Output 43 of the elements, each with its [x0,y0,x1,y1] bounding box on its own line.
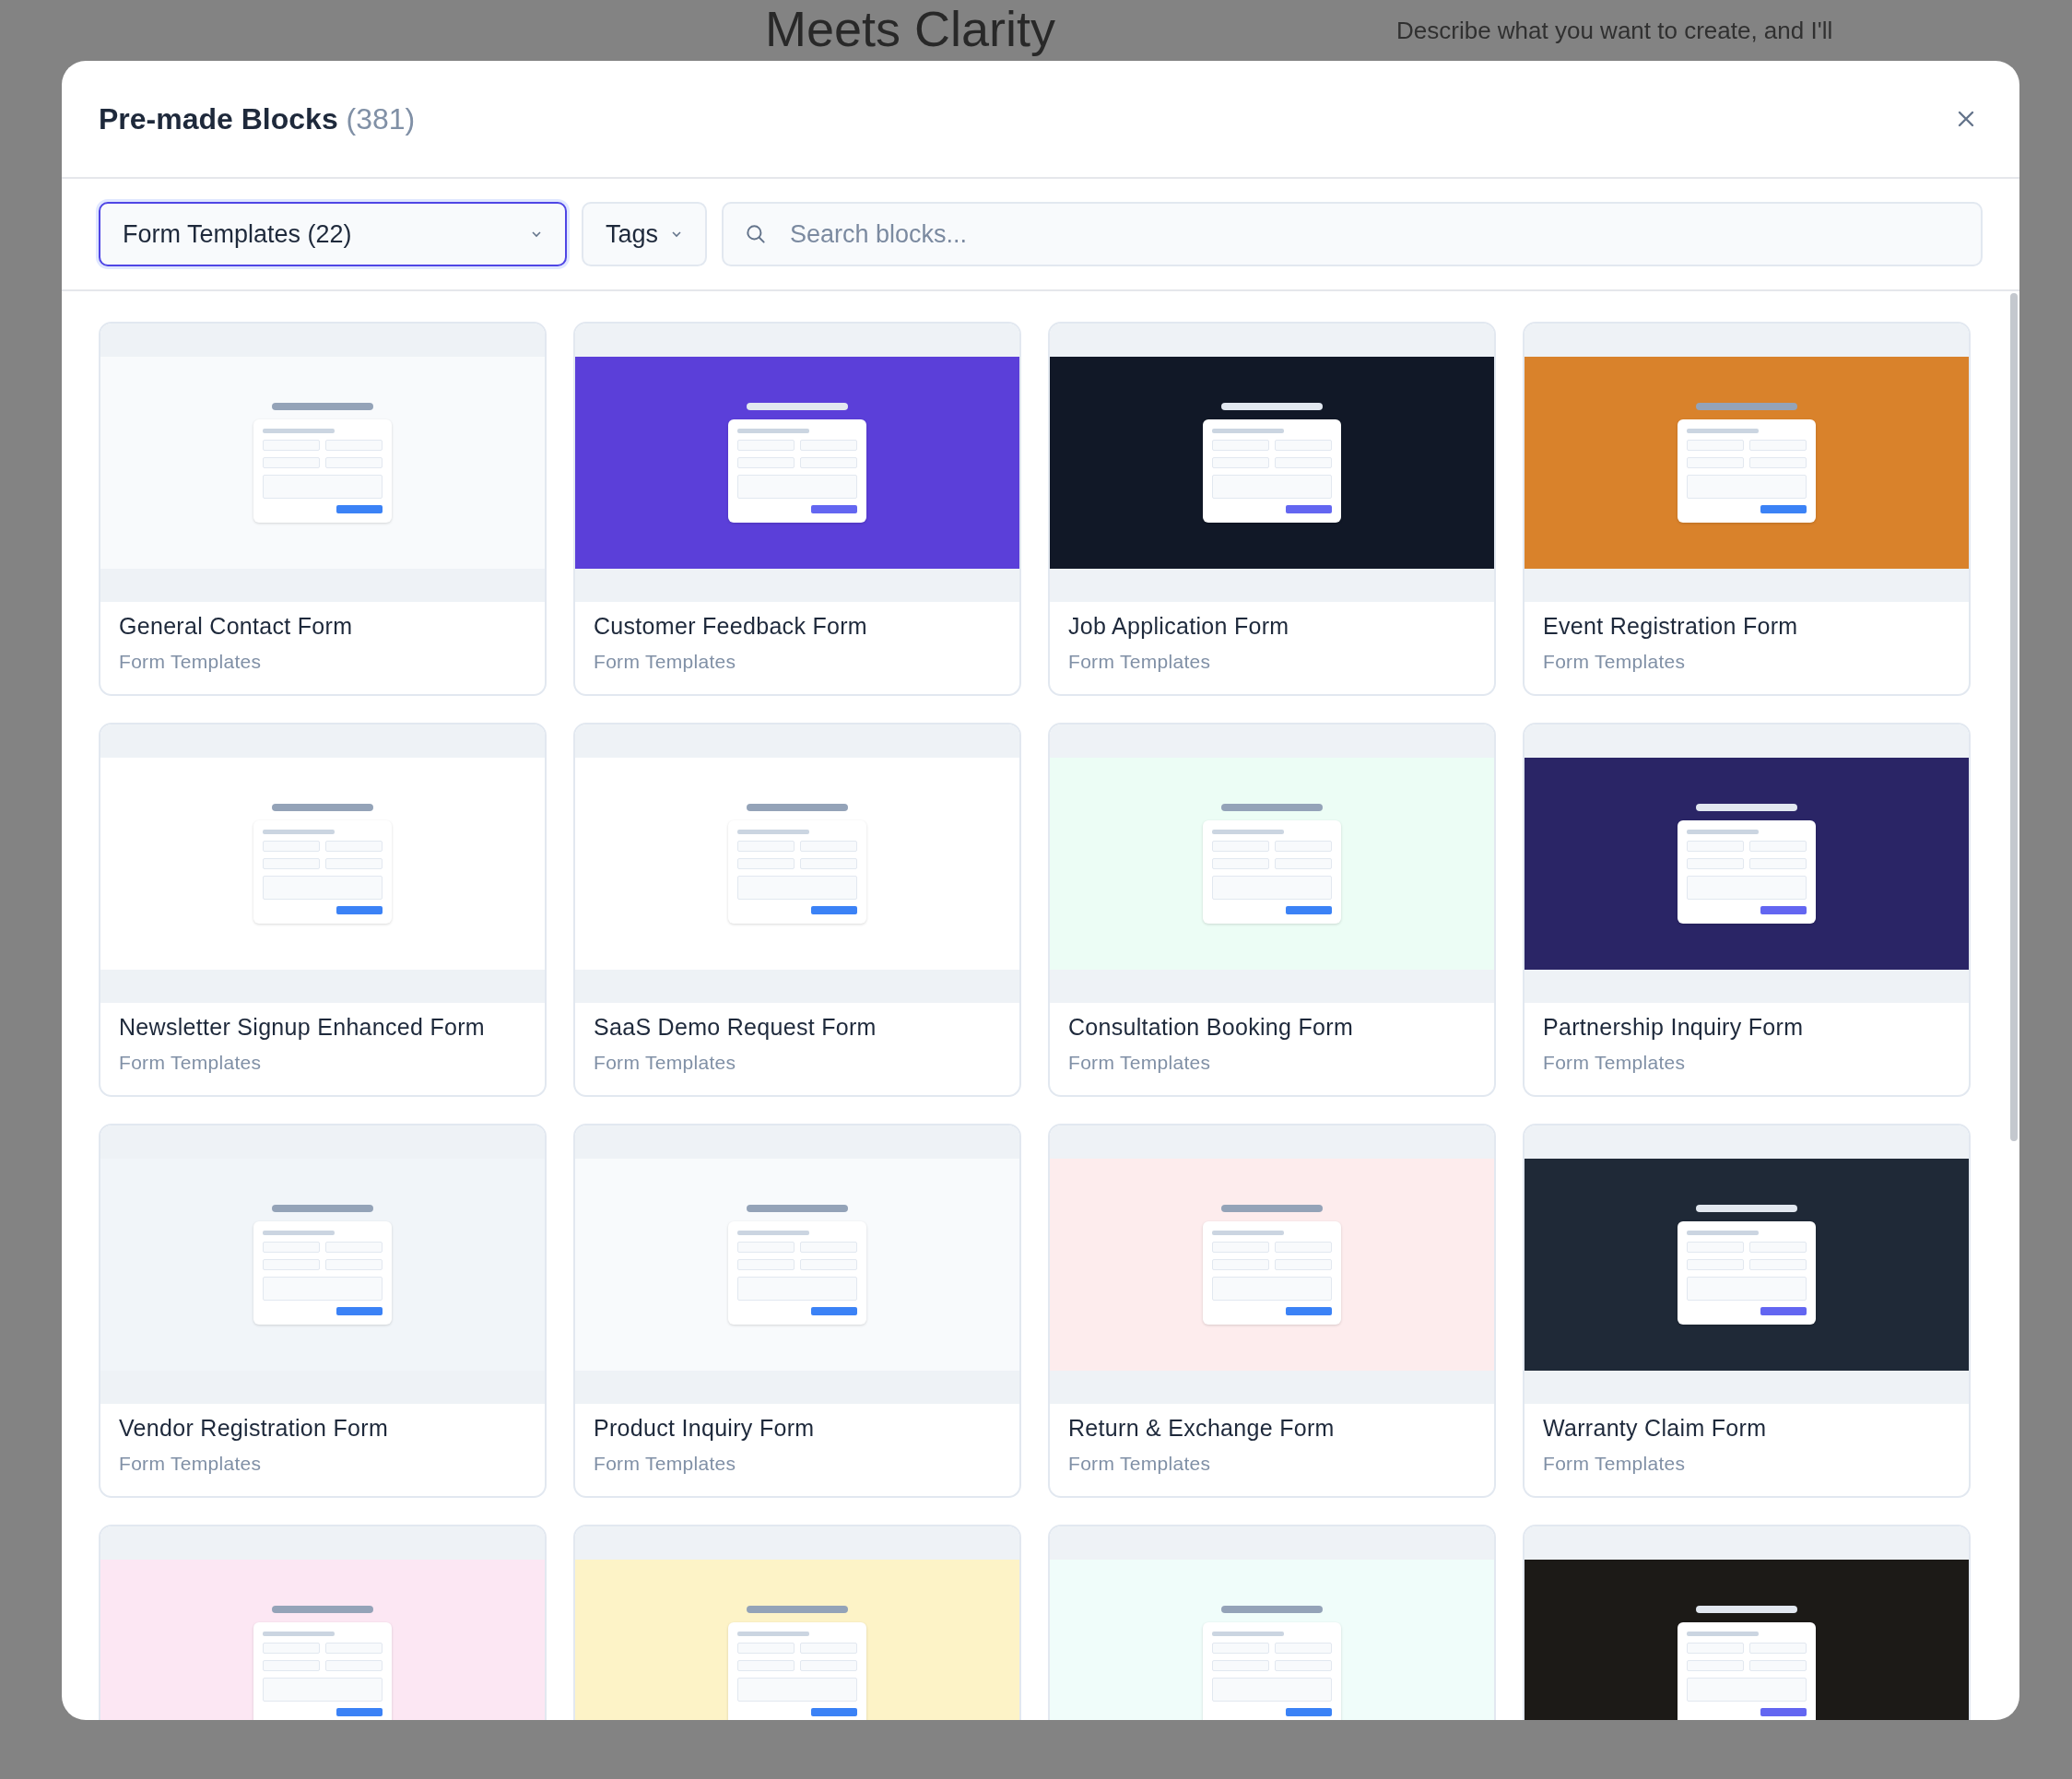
block-category: Form Templates [1543,1453,1687,1475]
block-category: Form Templates [1543,651,1687,673]
block-card[interactable]: General Contact Form Form Templates [99,322,547,696]
block-title: Event Registration Form [1543,613,1799,640]
block-title: SaaS Demo Request Form [594,1014,877,1041]
block-title: Product Inquiry Form [594,1415,816,1442]
block-card[interactable]: Event Registration Form Form Templates [1523,322,1971,696]
block-category: Form Templates [1068,1052,1212,1074]
search-field[interactable]: Search blocks... [722,202,1983,266]
block-category: Form Templates [594,651,737,673]
block-category: Form Templates [594,1453,737,1475]
block-card[interactable]: Consultation Booking Form Form Templates [1048,723,1496,1097]
block-card[interactable]: Warranty Claim Form Form Templates [1523,1124,1971,1498]
block-card[interactable]: Customer Feedback Form Form Templates [573,322,1021,696]
block-card[interactable]: Product Inquiry Form Form Templates [573,1124,1021,1498]
dialog-title: Pre-made Blocks (381) [99,101,416,136]
block-category: Form Templates [119,1052,263,1074]
block-card[interactable]: Vendor Registration Form Form Templates [99,1124,547,1498]
block-title: Customer Feedback Form [594,613,868,640]
block-title: Return & Exchange Form [1068,1415,1336,1442]
block-title: Vendor Registration Form [119,1415,390,1442]
block-title: Partnership Inquiry Form [1543,1014,1805,1041]
page-text: Describe what you want to create, and I'll [1396,17,1833,45]
block-card[interactable]: Return & Exchange Form Form Templates [1048,1124,1496,1498]
block-card[interactable]: Job Application Form Form Templates [1048,322,1496,696]
block-category: Form Templates [1543,1052,1687,1074]
category-dropdown[interactable]: Form Templates (22) [99,202,567,266]
block-category: Form Templates [119,1453,263,1475]
block-card[interactable]: Newsletter Signup Enhanced Form Form Templates [99,723,547,1097]
block-category: Form Templates [1068,1453,1212,1475]
block-card[interactable]: SaaS Demo Request Form Form Templates [573,723,1021,1097]
tags-dropdown[interactable]: Tags [582,202,707,266]
block-card[interactable]: Partnership Inquiry Form Form Templates [1523,723,1971,1097]
block-title: Newsletter Signup Enhanced Form [119,1014,486,1041]
block-title: General Contact Form [119,613,354,640]
scrollbar-thumb[interactable] [2010,293,2018,1141]
page-heading: Meets Clarity [765,0,1056,57]
block-title: Consultation Booking Form [1068,1014,1355,1041]
block-category: Form Templates [594,1052,737,1074]
block-category: Form Templates [119,651,263,673]
block-title: Job Application Form [1068,613,1290,640]
block-category: Form Templates [1068,651,1212,673]
block-title: Warranty Claim Form [1543,1415,1768,1442]
